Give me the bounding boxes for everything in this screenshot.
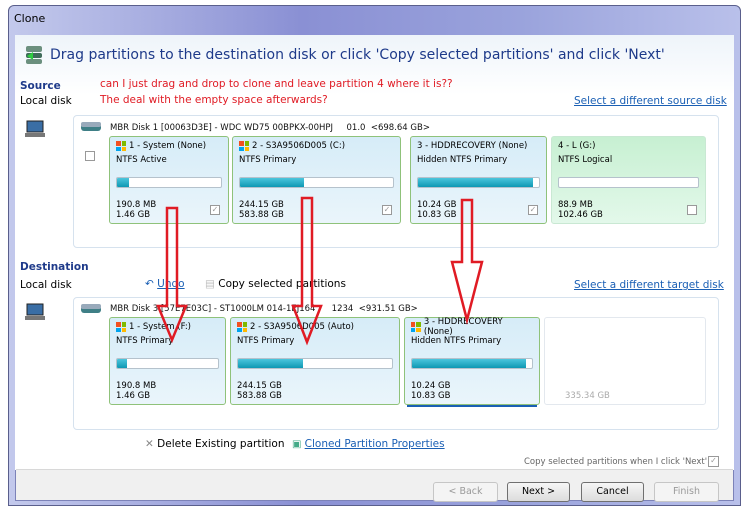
used-size: 10.24 GB (411, 381, 451, 391)
total-size: 102.46 GB (558, 210, 603, 220)
partition-card[interactable]: 2 - S3A9506D005 (C:) NTFS Primary 244.15… (232, 136, 401, 224)
used-size: 190.8 MB (116, 200, 157, 210)
cancel-button[interactable]: Cancel (581, 482, 644, 502)
usage-bar (558, 177, 699, 188)
usage-bar (417, 177, 540, 188)
source-label: Source (20, 80, 61, 92)
hard-disk-icon (81, 122, 101, 131)
usage-bar (239, 177, 394, 188)
hard-disk-icon (81, 304, 101, 313)
window-title: Clone (14, 12, 46, 25)
partition-type: Hidden NTFS Primary (411, 336, 502, 346)
used-size: 244.15 GB (237, 381, 282, 391)
properties-icon: ▣ (292, 439, 302, 450)
usage-bar (411, 358, 533, 369)
computer-icon (25, 120, 45, 137)
annotation-line-1: can I just drag and drop to clone and le… (100, 78, 453, 90)
windows-logo-icon (237, 322, 247, 332)
used-size: 244.15 GB (239, 200, 284, 210)
partition-checkbox[interactable] (687, 205, 697, 215)
usage-bar-fill (117, 178, 130, 187)
delete-existing-partition-button[interactable]: ✕ Delete Existing partition (145, 438, 284, 450)
partition-card[interactable]: 3 - HDDRECOVERY (None) Hidden NTFS Prima… (410, 136, 547, 224)
partition-name: 2 - S3A9506D005 (C:) (252, 141, 346, 151)
partition-name: 1 - System (F:) (129, 322, 192, 332)
usage-bar (237, 358, 393, 369)
windows-logo-icon (411, 322, 421, 332)
total-size: 10.83 GB (417, 210, 457, 220)
windows-logo-icon (239, 141, 249, 151)
total-size: 583.88 GB (237, 391, 282, 401)
copy-on-next-checkbox[interactable]: ✓ (708, 456, 719, 467)
partition-card[interactable]: 4 - L (G:) NTFS Logical 88.9 MB 102.46 GB (551, 136, 706, 224)
copy-icon: ▤ (205, 278, 215, 290)
back-button[interactable]: < Back (433, 482, 498, 502)
partition-name: 1 - System (None) (129, 141, 207, 151)
destination-sublabel: Local disk (20, 279, 72, 291)
partition-type: Hidden NTFS Primary (417, 155, 508, 165)
source-disk-checkbox[interactable] (85, 151, 95, 161)
usage-bar-fill (412, 359, 526, 368)
destination-disk-info: MBR Disk 3 [57E7E03C] - ST1000LM 014-1EJ… (110, 304, 418, 314)
page-heading: Drag partitions to the destination disk … (50, 47, 665, 63)
total-size: 1.46 GB (116, 391, 151, 401)
undo-icon: ↶ (145, 278, 154, 290)
partition-card[interactable]: 3 - HDDRECOVERY (None) Hidden NTFS Prima… (404, 317, 540, 405)
partition-type: NTFS Primary (239, 155, 297, 165)
partition-checkbox[interactable]: ✓ (210, 205, 220, 215)
total-size: 10.83 GB (411, 391, 451, 401)
partition-type: NTFS Active (116, 155, 167, 165)
windows-logo-icon (116, 141, 126, 151)
usage-bar-fill (418, 178, 533, 187)
cloned-partition-properties-link[interactable]: ▣ Cloned Partition Properties (292, 438, 445, 450)
copy-selected-partitions-button[interactable]: ▤ Copy selected partitions (205, 278, 346, 290)
partition-card[interactable]: 1 - System (None) NTFS Active 190.8 MB 1.… (109, 136, 229, 224)
annotation-line-2: The deal with the empty space afterwards… (100, 94, 328, 106)
partition-checkbox[interactable]: ✓ (528, 205, 538, 215)
selection-underline (407, 405, 537, 407)
partition-name: 3 - HDDRECOVERY (None) (423, 317, 503, 337)
next-button[interactable]: Next > (507, 482, 570, 502)
clone-disk-icon (26, 46, 42, 64)
partition-card[interactable]: 2 - S3A9506D005 (Auto) NTFS Primary 244.… (230, 317, 400, 405)
usage-bar-fill (240, 178, 305, 187)
usage-bar-fill (117, 359, 128, 368)
delete-x-icon: ✕ (145, 438, 154, 450)
computer-icon (25, 303, 45, 320)
usage-bar-fill (238, 359, 303, 368)
partition-type: NTFS Primary (237, 336, 295, 346)
partition-card[interactable]: 1 - System (F:) NTFS Primary 190.8 MB 1.4… (109, 317, 226, 405)
copy-on-next-label: Copy selected partitions when I click 'N… (524, 457, 708, 467)
source-sublabel: Local disk (20, 95, 72, 107)
usage-bar (116, 177, 222, 188)
total-size: 583.88 GB (239, 210, 284, 220)
used-size: 10.24 GB (417, 200, 457, 210)
source-disk-info: MBR Disk 1 [00063D3E] - WDC WD75 00BPKX-… (110, 123, 430, 133)
partition-name: 2 - S3A9506D005 (Auto) (250, 322, 354, 332)
used-size: 88.9 MB (558, 200, 593, 210)
partition-type: NTFS Primary (116, 336, 174, 346)
partition-checkbox[interactable]: ✓ (382, 205, 392, 215)
select-source-disk-link[interactable]: Select a different source disk (574, 95, 727, 107)
usage-bar (116, 358, 219, 369)
partition-name: 3 - HDDRECOVERY (None) (417, 141, 528, 151)
used-size: 190.8 MB (116, 381, 157, 391)
total-size: 1.46 GB (116, 210, 151, 220)
undo-button[interactable]: ↶ Undo (145, 278, 185, 290)
unallocated-space[interactable]: 335.34 GB (544, 317, 706, 405)
select-target-disk-link[interactable]: Select a different target disk (574, 279, 724, 291)
partition-type: NTFS Logical (558, 155, 613, 165)
finish-button[interactable]: Finish (654, 482, 719, 502)
partition-name: 4 - L (G:) (558, 141, 596, 151)
windows-logo-icon (116, 322, 126, 332)
destination-label: Destination (20, 261, 89, 273)
